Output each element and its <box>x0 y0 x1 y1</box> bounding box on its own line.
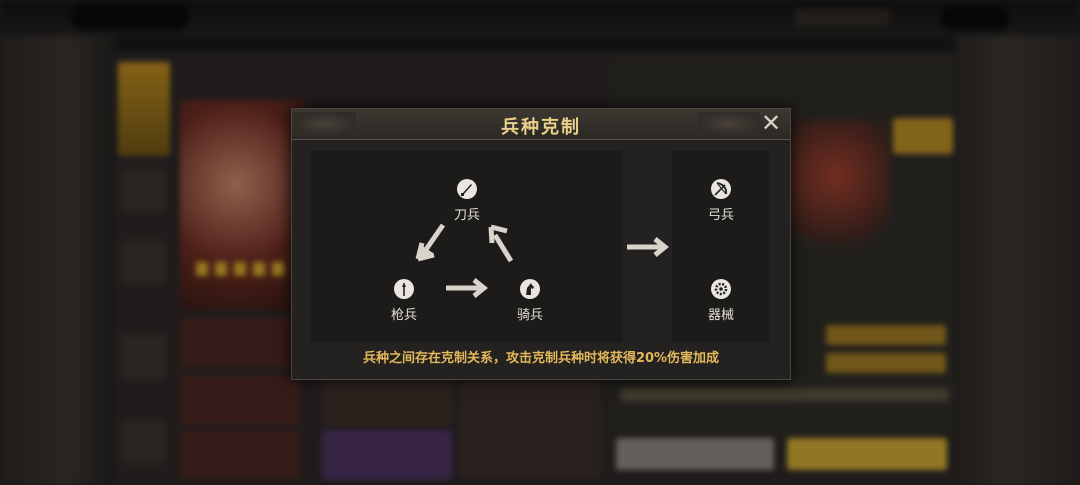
gear-icon <box>711 279 731 299</box>
unit-siege: 器械 <box>696 279 746 323</box>
horse-icon <box>520 279 540 299</box>
unit-blade: 刀兵 <box>442 179 492 223</box>
unit-label: 枪兵 <box>390 308 417 323</box>
counter-triangle-panel: 刀兵 枪兵 骑兵 <box>311 151 623 342</box>
unit-spear: 枪兵 <box>379 279 429 323</box>
bow-icon <box>711 179 731 199</box>
arrow-blade-to-spear <box>415 223 446 262</box>
counter-hint-text: 兵种之间存在克制关系，攻击克制兵种时将获得20%伤害加成 <box>362 351 720 366</box>
spear-icon <box>394 279 414 299</box>
arrow-cavalry-to-blade <box>488 224 514 263</box>
counter-side-panel: 弓兵 器械 <box>672 151 770 342</box>
unit-label: 骑兵 <box>516 308 543 323</box>
dialog-header: 兵种克制 ✕ <box>292 109 790 140</box>
unit-label: 弓兵 <box>707 208 734 223</box>
arrow-counter-side <box>627 237 670 257</box>
troop-counter-dialog: 兵种克制 ✕ 刀兵 枪兵 骑兵 弓兵 器械 兵种之间存在克制关系，攻击克制兵种时… <box>291 108 791 380</box>
dialog-title: 兵种克制 <box>501 117 581 138</box>
unit-cavalry: 骑兵 <box>505 279 555 323</box>
arrow-spear-to-cavalry <box>446 278 489 298</box>
unit-label: 器械 <box>707 308 734 323</box>
blade-icon <box>457 179 477 199</box>
unit-archer: 弓兵 <box>696 179 746 223</box>
close-icon[interactable]: ✕ <box>758 110 784 136</box>
